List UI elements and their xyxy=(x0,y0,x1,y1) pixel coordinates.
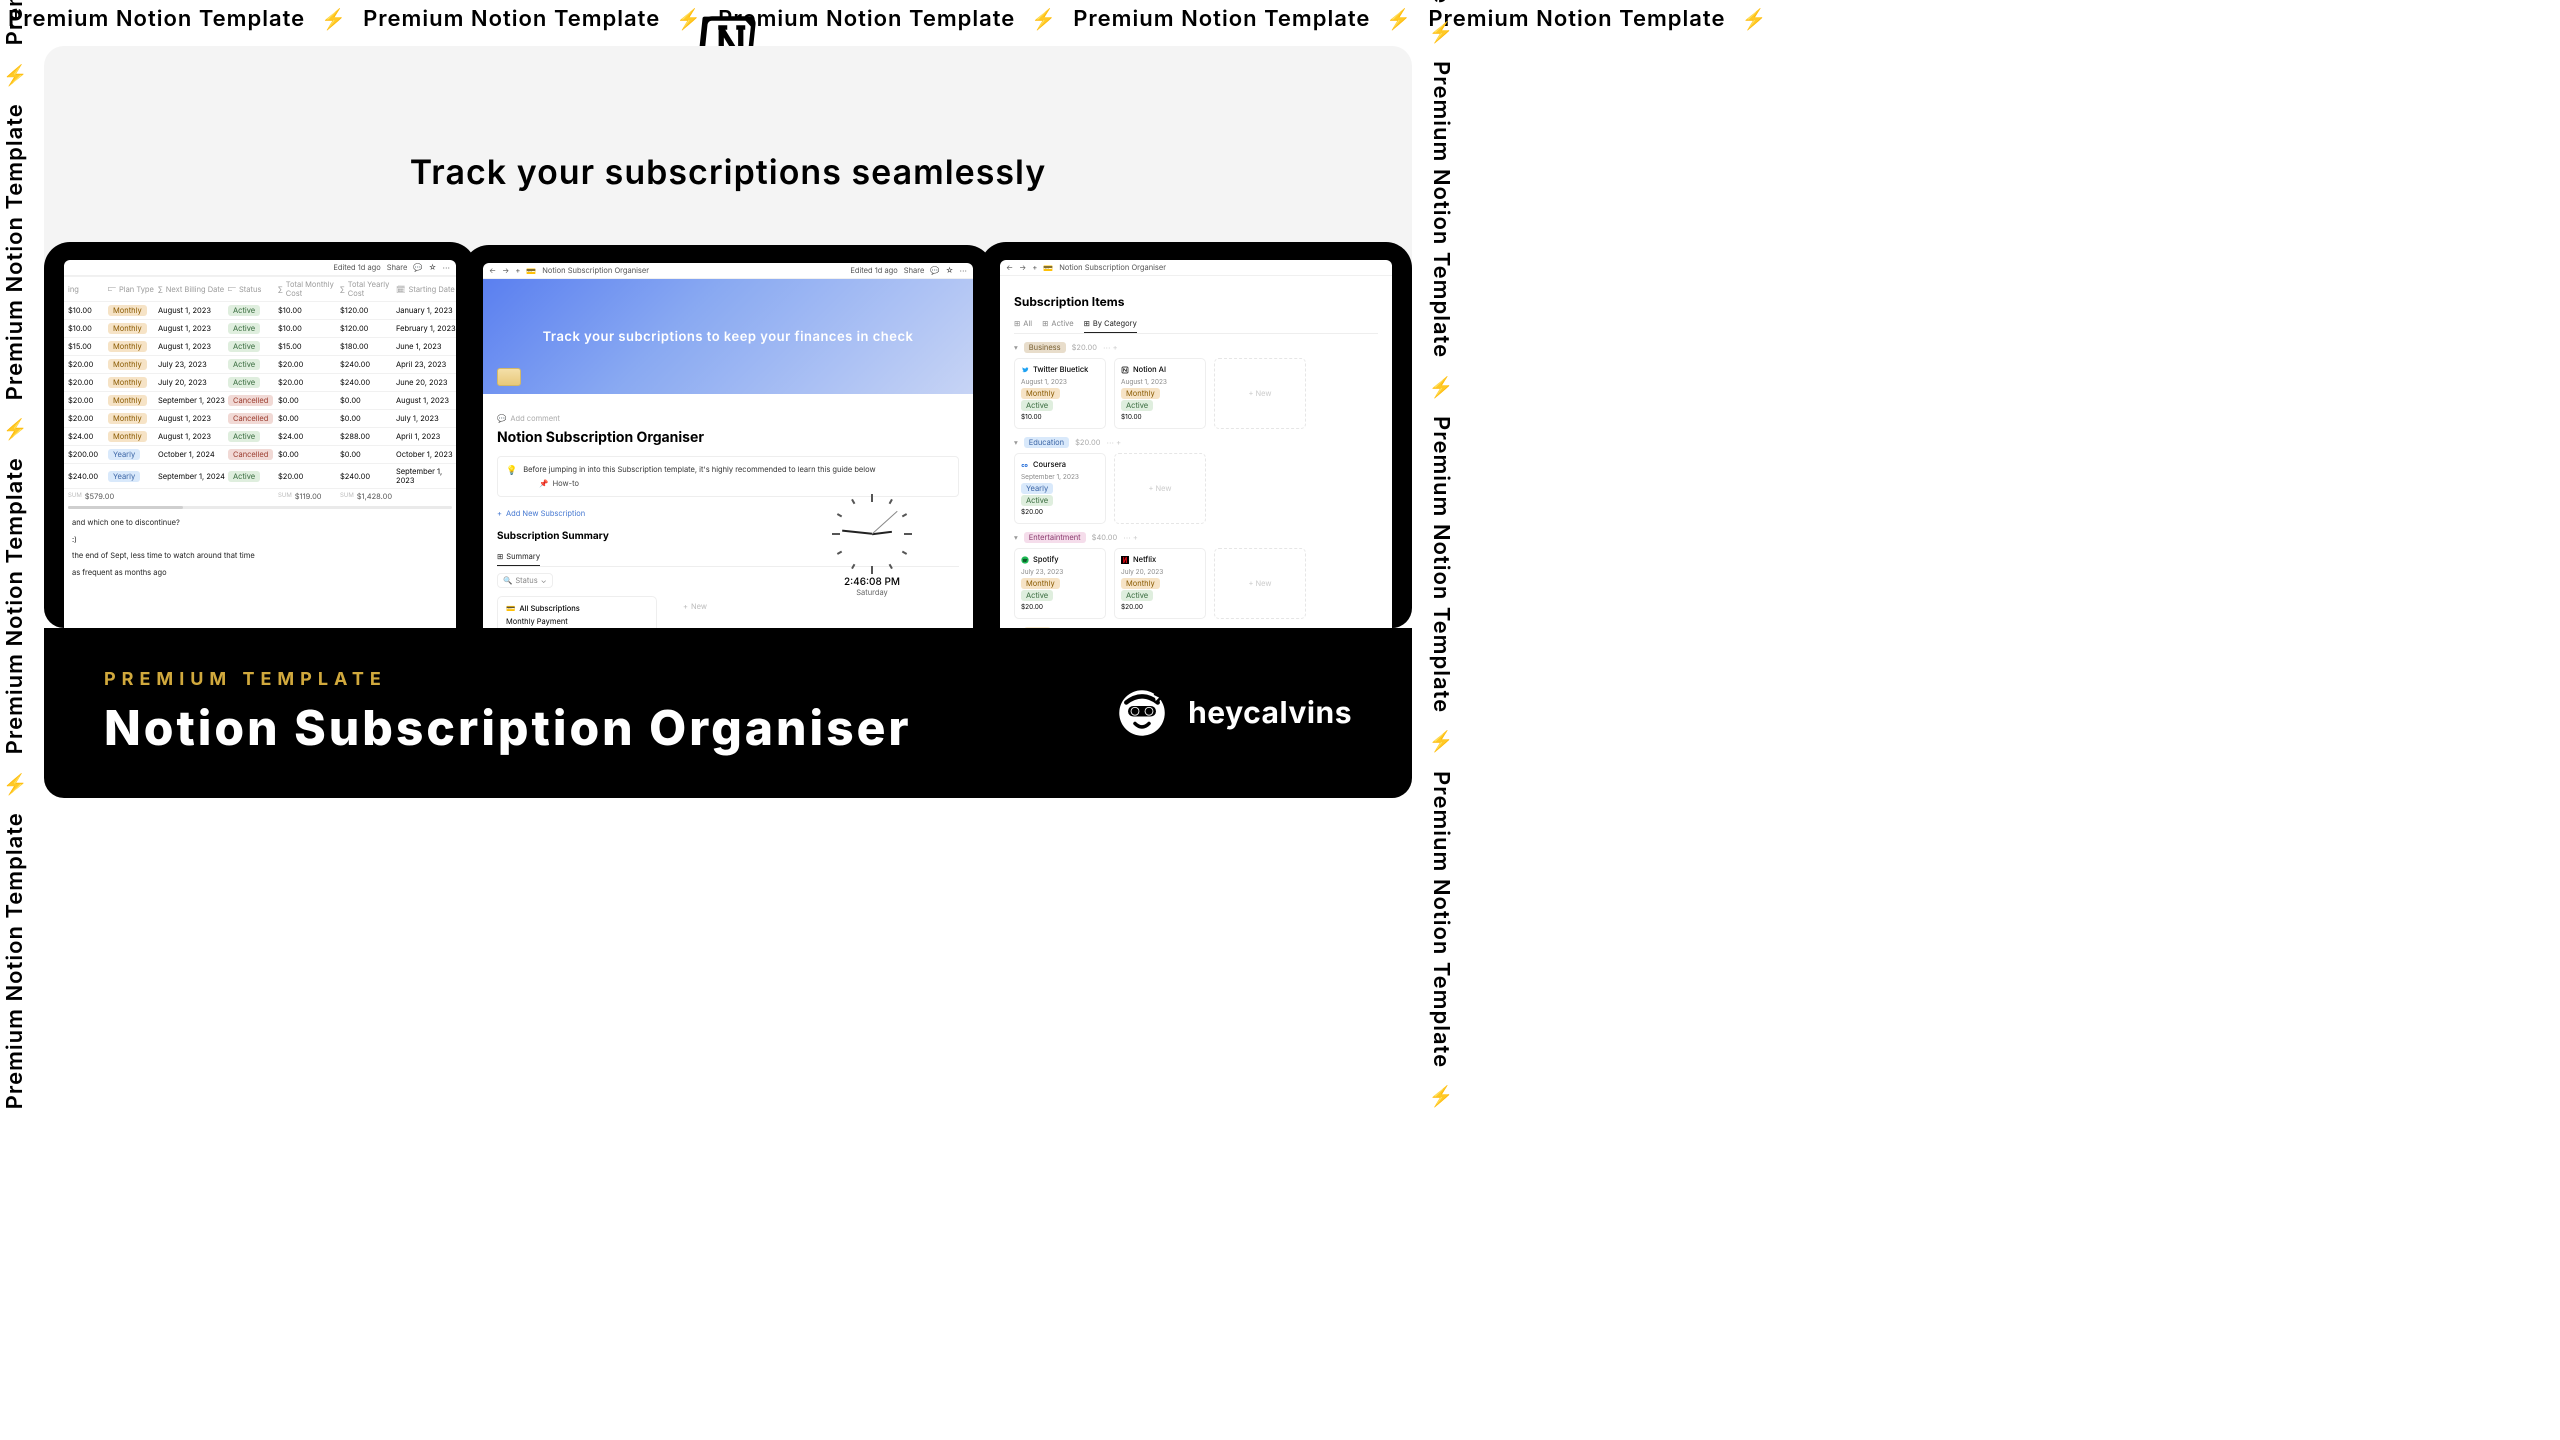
window-topbar: ← → + 💳 Notion Subscription Organiser Ed… xyxy=(483,263,973,279)
lightbulb-icon: 💡 xyxy=(506,465,517,488)
new-card-button[interactable]: + New xyxy=(683,602,707,611)
new-card-button[interactable]: + New xyxy=(1214,548,1306,619)
subscription-card[interactable]: Notion AI August 1, 2023 Monthly Active … xyxy=(1114,358,1206,429)
tab-summary[interactable]: ⊞ Summary xyxy=(497,548,540,566)
svg-text:co: co xyxy=(1021,463,1028,469)
window-topbar: ← → + 💳 Notion Subscription Organiser xyxy=(1000,260,1392,276)
triangle-down-icon: ▾ xyxy=(1014,438,1018,447)
comment-icon[interactable]: 💬 xyxy=(413,263,422,272)
table-row[interactable]: $10.00 Monthly August 1, 2023 Active $10… xyxy=(64,320,456,338)
brand-avatar-icon xyxy=(1114,685,1170,741)
share-button[interactable]: Share xyxy=(904,266,925,275)
table-row[interactable]: $15.00 Monthly August 1, 2023 Active $15… xyxy=(64,338,456,356)
comment-icon[interactable]: 💬 xyxy=(930,266,939,275)
subscription-card[interactable]: Netflix July 20, 2023 Monthly Active $20… xyxy=(1114,548,1206,619)
subscriptions-table: ing ⫍ Plan Type ∑ Next Billing Date ⫍ St… xyxy=(64,276,456,504)
marquee-right: Premium Notion Template⚡Premium Notion T… xyxy=(1426,0,1456,816)
tablet-right: ← → + 💳 Notion Subscription Organiser Su… xyxy=(980,242,1412,628)
star-icon[interactable]: ☆ xyxy=(946,266,954,275)
breadcrumb[interactable]: Notion Subscription Organiser xyxy=(1059,263,1166,272)
forward-icon[interactable]: → xyxy=(1019,263,1026,272)
bottom-banner: PREMIUM TEMPLATE Notion Subscription Org… xyxy=(44,628,1412,798)
breadcrumb[interactable]: Notion Subscription Organiser xyxy=(542,266,649,275)
tab-all[interactable]: ⊞ All xyxy=(1014,315,1032,333)
category-header[interactable]: ▾ Business $20.00 ⋯ + xyxy=(1014,342,1378,353)
notes-block: and which one to discontinue?:)the end o… xyxy=(64,511,456,585)
back-icon[interactable]: ← xyxy=(489,266,496,275)
tab-by-category[interactable]: ⊞ By Category xyxy=(1084,315,1137,333)
subscription-card[interactable]: Spotify July 23, 2023 Monthly Active $20… xyxy=(1014,548,1106,619)
tablet-middle: ← → + 💳 Notion Subscription Organiser Ed… xyxy=(463,245,993,628)
new-tab-icon[interactable]: + xyxy=(515,266,520,275)
more-icon[interactable]: ⋯ xyxy=(960,266,968,275)
view-tabs: ⊞ All ⊞ Active ⊞ By Category xyxy=(1014,315,1378,334)
summary-card[interactable]: 💳All Subscriptions Monthly Payment $119.… xyxy=(497,596,657,628)
table-row[interactable]: $20.00 Monthly July 20, 2023 Active $20.… xyxy=(64,374,456,392)
new-card-button[interactable]: + New xyxy=(1114,453,1206,524)
window-topbar: Edited 1d ago Share 💬 ☆ ⋯ xyxy=(64,260,456,276)
page-title: Notion Subscription Organiser xyxy=(497,429,959,446)
cover-image: Track your subcriptions to keep your fin… xyxy=(483,279,973,394)
category-header[interactable]: ▾ Entertaintment $40.00 ⋯ + xyxy=(1014,532,1378,543)
chevron-down-icon: ⌄ xyxy=(541,576,547,585)
triangle-down-icon: ▾ xyxy=(1014,343,1018,352)
brand-name: heycalvins xyxy=(1188,695,1352,731)
table-row[interactable]: $240.00 Yearly September 1, 2024 Active … xyxy=(64,464,456,489)
more-icon[interactable]: ⋯ xyxy=(443,263,451,272)
edited-label: Edited 1d ago xyxy=(850,266,897,275)
hero-panel: Track your subscriptions seamlessly Edit… xyxy=(44,46,1412,628)
clock-widget: 2:46:08 PM Saturday xyxy=(817,494,927,597)
new-card-button[interactable]: + New xyxy=(1214,358,1306,429)
tablet-left: Edited 1d ago Share 💬 ☆ ⋯ ing ⫍ Plan Typ… xyxy=(44,242,476,628)
table-footer: SUM$579.00 SUM$119.00 SUM$1,428.00 xyxy=(64,489,456,504)
add-comment[interactable]: 💬Add comment xyxy=(497,414,959,423)
share-button[interactable]: Share xyxy=(387,263,408,272)
triangle-down-icon: ▾ xyxy=(1014,533,1018,542)
section-heading: Subscription Items xyxy=(1014,294,1378,309)
tagline: Track your subscriptions seamlessly xyxy=(44,152,1412,193)
table-row[interactable]: $24.00 Monthly August 1, 2023 Active $24… xyxy=(64,428,456,446)
table-row[interactable]: $20.00 Monthly September 1, 2023 Cancell… xyxy=(64,392,456,410)
brand-badge: heycalvins xyxy=(1114,685,1352,741)
table-row[interactable]: $10.00 Monthly August 1, 2023 Active $10… xyxy=(64,302,456,320)
star-icon[interactable]: ☆ xyxy=(429,263,437,272)
new-tab-icon[interactable]: + xyxy=(1032,263,1037,272)
table-row[interactable]: $200.00 Yearly October 1, 2024 Cancelled… xyxy=(64,446,456,464)
table-row[interactable]: $20.00 Monthly July 23, 2023 Active $20.… xyxy=(64,356,456,374)
eyebrow: PREMIUM TEMPLATE xyxy=(104,669,912,690)
filter-status[interactable]: 🔍 Status ⌄ xyxy=(497,573,553,588)
page-icon[interactable] xyxy=(497,368,521,386)
forward-icon[interactable]: → xyxy=(502,266,509,275)
tab-active[interactable]: ⊞ Active xyxy=(1042,315,1073,333)
category-header[interactable]: ▾ Education $20.00 ⋯ + xyxy=(1014,437,1378,448)
subscription-card[interactable]: coCoursera September 1, 2023 Yearly Acti… xyxy=(1014,453,1106,524)
subscription-card[interactable]: Twitter Bluetick August 1, 2023 Monthly … xyxy=(1014,358,1106,429)
table-header: ing ⫍ Plan Type ∑ Next Billing Date ⫍ St… xyxy=(64,276,456,302)
back-icon[interactable]: ← xyxy=(1006,263,1013,272)
marquee-left: Premium Notion Template⚡Premium Notion T… xyxy=(0,0,30,816)
howto-link[interactable]: 📌How-to xyxy=(523,479,875,488)
table-row[interactable]: $20.00 Monthly August 1, 2023 Cancelled … xyxy=(64,410,456,428)
edited-label: Edited 1d ago xyxy=(333,263,380,272)
callout-block: 💡 Before jumping in into this Subscripti… xyxy=(497,456,959,497)
main-title: Notion Subscription Organiser xyxy=(104,698,912,757)
